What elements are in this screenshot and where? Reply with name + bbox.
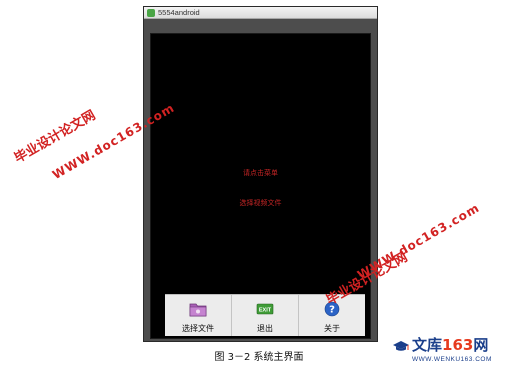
menu-item-select-file[interactable]: 选择文件 — [165, 295, 232, 336]
menu-item-label: 退出 — [257, 324, 273, 333]
window-titlebar[interactable]: 5554android — [144, 7, 377, 19]
window-title: 5554android — [158, 8, 200, 17]
exit-icon: EXIT — [256, 303, 274, 315]
menu-item-label: 关于 — [324, 324, 340, 333]
logo-brand-num: 163 — [442, 336, 474, 354]
site-logo: 文库163网 WWW.WENKU163.COM — [392, 336, 514, 368]
android-app-icon — [147, 9, 155, 17]
logo-brand-cn: 文库 — [412, 336, 443, 354]
select-video-hint-text: 选择视频文件 — [239, 199, 282, 207]
menu-hint-text: 请点击菜单 — [243, 169, 278, 177]
folder-icon — [189, 303, 207, 317]
logo-url: WWW.WENKU163.COM — [412, 356, 492, 363]
exit-icon-text: EXIT — [259, 308, 272, 314]
menu-item-exit[interactable]: EXIT 退出 — [232, 295, 299, 336]
logo-brand-net: 网 — [473, 336, 489, 354]
logo-wordmark: 文库163网 — [412, 336, 488, 354]
menu-item-label: 选择文件 — [182, 324, 214, 333]
page: 5554android 请点击菜单 选择视频文件 选择文件 EXIT 退出 ? … — [0, 0, 518, 370]
graduation-cap-icon — [393, 341, 409, 351]
